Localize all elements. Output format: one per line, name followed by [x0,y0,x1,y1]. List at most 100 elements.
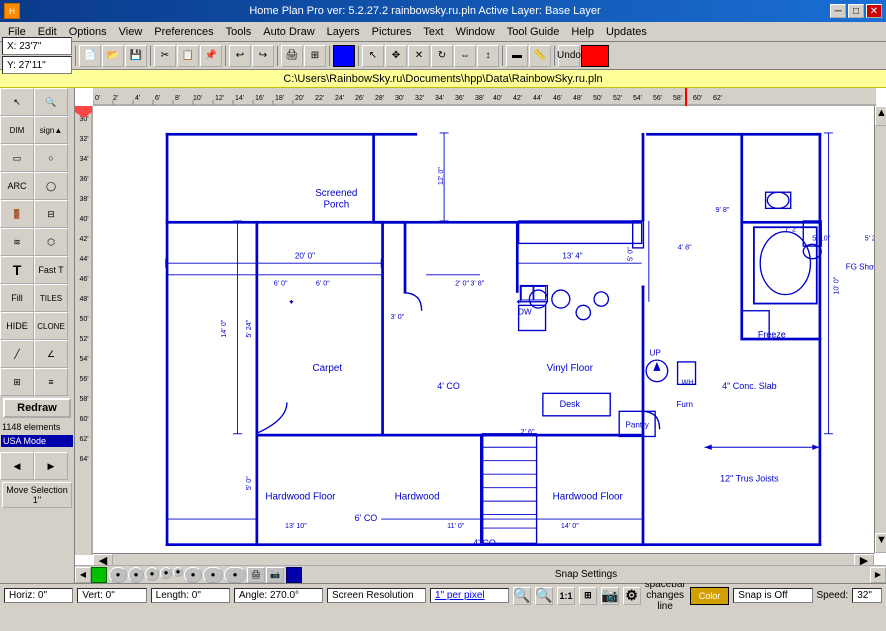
color-indicator[interactable]: Color [690,587,730,605]
canvas-area[interactable]: 0' 2' 4' 6' 8' 10' 12' 14' 16' 18' 20' 2… [75,88,886,565]
scroll-down-button[interactable]: ▼ [875,533,886,553]
cut-button[interactable]: ✂ [154,45,176,67]
zoom-75[interactable]: ● [128,567,144,583]
spacebar-label: spacebar changes line [645,579,686,612]
open-button[interactable]: 📂 [102,45,124,67]
right-scrollbar[interactable]: ▲ ▼ [874,106,886,553]
menu-item-tool-guide[interactable]: Tool Guide [501,24,566,40]
zoom-25[interactable]: ● [173,567,183,577]
nav-left[interactable]: ◀ [0,452,34,480]
delete-button[interactable]: ✕ [408,45,430,67]
pointer-tool[interactable]: ↖ [0,88,34,116]
menu-item-view[interactable]: View [113,24,149,40]
zoom-in-btn[interactable]: 🔍 [513,587,531,605]
nav-left-btn[interactable]: ◀ [75,567,91,583]
menu-item-preferences[interactable]: Preferences [148,24,219,40]
settings-btn[interactable]: ⚙ [623,587,641,605]
nav-right[interactable]: ▶ [34,452,68,480]
scroll-up-button[interactable]: ▲ [875,106,886,126]
color-blue[interactable] [333,45,355,67]
zoom-export[interactable]: 📷 [266,567,284,583]
svg-text:62': 62' [713,95,722,102]
menu-item-help[interactable]: Help [565,24,600,40]
poly-tool[interactable]: ⬡ [34,228,68,256]
toolbar: X: 23'7" Y: 27'11" 📄 📂 💾 ✂ 📋 📌 ↩ ↪ 🖨 ⊞ ↖… [0,42,886,70]
svg-text:2': 2' [113,95,118,102]
menu-item-text[interactable]: Text [417,24,449,40]
svg-text:50': 50' [593,95,602,102]
menu-item-layers[interactable]: Layers [321,24,366,40]
hide-tool[interactable]: HIDE [0,312,34,340]
zoom-33[interactable]: ● [160,567,172,579]
menu-item-updates[interactable]: Updates [600,24,653,40]
copy-button[interactable]: 📋 [177,45,199,67]
svg-text:Vinyl Floor: Vinyl Floor [547,363,594,374]
ruler-button[interactable]: 📏 [529,45,551,67]
undo-button[interactable]: ↩ [229,45,251,67]
nav-right-btn[interactable]: ▶ [870,567,886,583]
menu-item-tools[interactable]: Tools [220,24,258,40]
menu-item-pictures[interactable]: Pictures [366,24,418,40]
dimension-button[interactable]: ↕ [477,45,499,67]
svg-text:12': 12' [215,95,224,102]
print-button[interactable]: 🖨 [281,45,303,67]
window-tool[interactable]: ⊟ [34,200,68,228]
select-button[interactable]: ↖ [362,45,384,67]
zoom-fit-btn[interactable]: ⊞ [579,587,597,605]
menu-item-window[interactable]: Window [450,24,501,40]
ellipse-tool[interactable]: ◯ [34,172,68,200]
svg-text:54': 54' [79,356,88,363]
line-tool[interactable]: ╱ [0,340,34,368]
measure-tool[interactable]: ∠ [34,340,68,368]
redo-button[interactable]: ↪ [252,45,274,67]
arc-tool[interactable]: ARC [0,172,34,200]
svg-text:44': 44' [79,256,88,263]
menu-item-auto-draw[interactable]: Auto Draw [257,24,320,40]
circle-tool[interactable]: ○ [34,144,68,172]
door-tool[interactable]: 🚪 [0,200,34,228]
svg-text:13' 4": 13' 4" [562,252,582,261]
paste-button[interactable]: 📌 [200,45,222,67]
tiles-tool[interactable]: TILES [34,284,68,312]
zoom-50[interactable]: ● [145,567,159,581]
svg-text:11' 0": 11' 0" [447,522,465,530]
move-button[interactable]: ✥ [385,45,407,67]
bottom-scrollbar[interactable]: ◀ ▶ [93,553,874,565]
mirror-button[interactable]: ⇔ [454,45,476,67]
close-button[interactable]: ✕ [866,4,882,18]
fast-text-tool[interactable]: Fast T [34,256,68,284]
text-tool[interactable]: T [0,256,34,284]
stair-tool[interactable]: ≋ [0,228,34,256]
zoom-tool[interactable]: 🔍 [34,88,68,116]
layer-tool[interactable]: ≡ [34,368,68,396]
scroll-right-button[interactable]: ▶ [854,554,874,565]
zoom-actual-btn[interactable]: 1:1 [557,587,575,605]
dim-tool[interactable]: DIM [0,116,34,144]
save-button[interactable]: 💾 [125,45,147,67]
undo2-button[interactable]: Undo [558,45,580,67]
maximize-button[interactable]: □ [848,4,864,18]
redraw-button[interactable]: Redraw [3,398,71,418]
floor-plan-canvas[interactable]: Screened Porch DW Carpet Vinyl Floor Des… [93,106,876,555]
new-button[interactable]: 📄 [79,45,101,67]
camera-btn[interactable]: 📷 [601,587,619,605]
zoom-extra[interactable]: ● [203,567,223,583]
clone-tool[interactable]: CLONE [34,312,68,340]
minimize-button[interactable]: ─ [830,4,846,18]
zoom-custom[interactable]: ● [184,567,202,583]
zoom-fit-button[interactable]: ⊞ [304,45,326,67]
color-red[interactable] [581,45,609,67]
zoom-100[interactable]: ● [109,567,127,583]
zoom-fit-all[interactable]: ● [224,567,246,583]
zoom-print[interactable]: 🖨 [247,567,265,583]
wall-button[interactable]: ▬ [506,45,528,67]
fill-tool[interactable]: Fill [0,284,34,312]
scroll-left-button[interactable]: ◀ [93,554,113,565]
snap-settings-label[interactable]: Snap Settings [302,569,870,580]
zoom-out-btn[interactable]: 🔍 [535,587,553,605]
sign-tool[interactable]: sign▲ [34,116,68,144]
rotate-button[interactable]: ↻ [431,45,453,67]
wall-tool[interactable]: ▭ [0,144,34,172]
snap-tool[interactable]: ⊞ [0,368,34,396]
menu-bar: FileEditOptionsViewPreferencesToolsAuto … [0,22,886,42]
